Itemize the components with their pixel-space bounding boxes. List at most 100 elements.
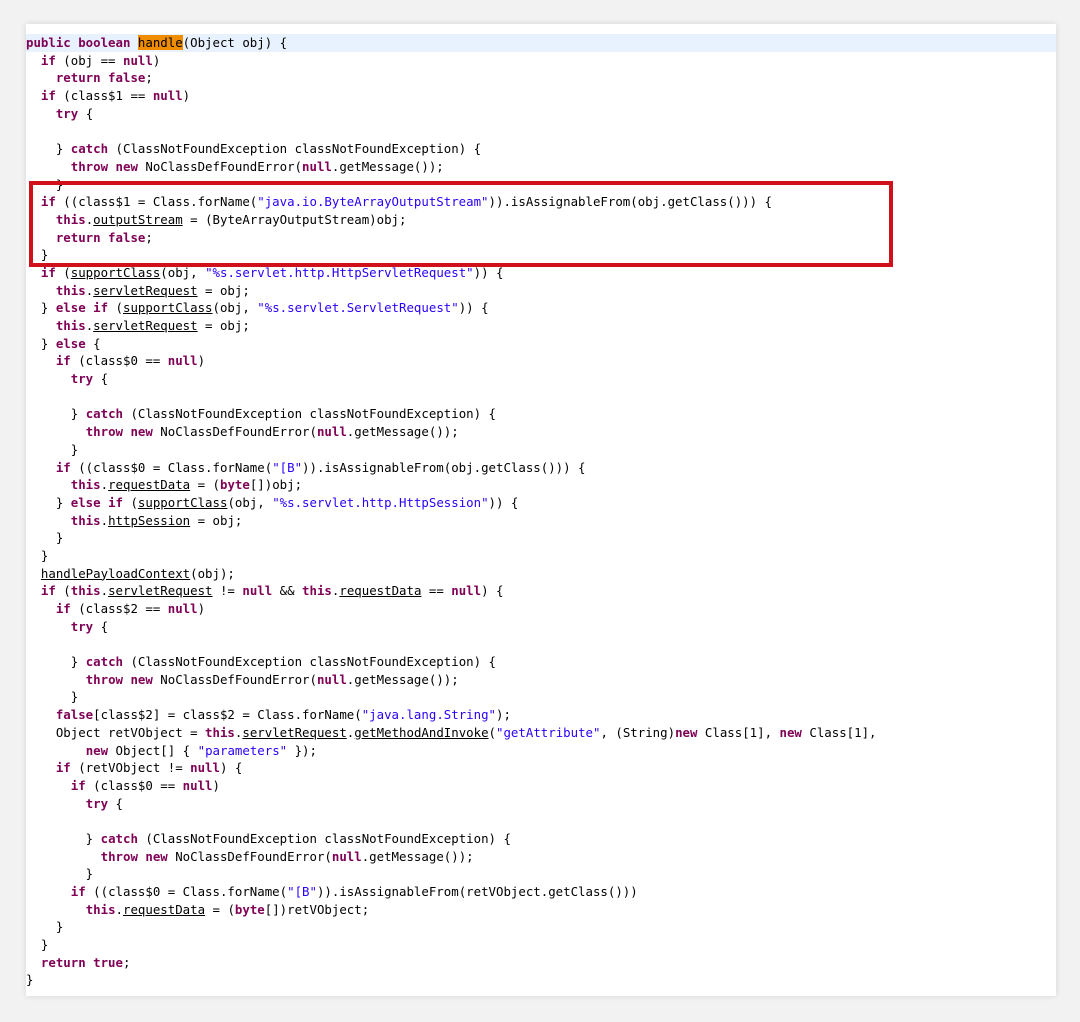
code-text: ((class$1 = Class.forName(	[55, 194, 258, 210]
code-member: handlePayloadContext	[40, 565, 191, 581]
code-keyword: byte	[234, 901, 265, 917]
code-text: .getMessage());	[331, 158, 444, 174]
code-keyword: null	[331, 848, 362, 864]
code-text: (obj,	[160, 264, 206, 280]
code-member: servletRequest	[93, 282, 198, 298]
search-match-highlight: handle	[137, 35, 183, 50]
code-line: Object retVObject = this.servletRequest.…	[26, 724, 877, 742]
code-keyword: if	[55, 459, 71, 475]
code-text: )).isAssignableFrom(obj.getClass())) {	[302, 459, 586, 475]
code-text: )).isAssignableFrom(obj.getClass())) {	[488, 194, 773, 210]
code-line: try {	[26, 618, 877, 636]
code-line: return true;	[26, 954, 877, 972]
code-text: [])obj;	[249, 477, 303, 493]
code-line: if (this.servletRequest != null && this.…	[26, 582, 877, 600]
code-text: ((class$0 = Class.forName(	[70, 459, 273, 475]
code-string: "%s.servlet.http.HttpSession"	[272, 494, 489, 510]
code-text: }	[26, 830, 101, 846]
code-keyword: else	[55, 335, 86, 351]
code-text: .getMessage());	[346, 424, 459, 440]
code-text: .	[100, 477, 109, 493]
code-keyword: if	[55, 760, 71, 776]
code-line: try {	[26, 370, 877, 388]
code-text: (class$1 ==	[55, 88, 153, 104]
code-text: .	[115, 901, 123, 917]
code-text: NoClassDefFoundError(	[167, 848, 332, 864]
code-keyword: null	[302, 158, 332, 174]
code-keyword: catch	[85, 654, 123, 670]
code-member: servletRequest	[242, 724, 347, 740]
code-line: this.requestData = (byte[])obj;	[26, 476, 877, 494]
code-line: false[class$2] = class$2 = Class.forName…	[26, 706, 877, 724]
code-line: public boolean handle(Object obj) {	[26, 34, 877, 52]
code-text: (class$2 ==	[70, 601, 168, 616]
code-text: &&	[272, 583, 303, 599]
code-text: (obj);	[190, 565, 235, 581]
code-text: NoClassDefFoundError(	[137, 158, 303, 174]
code-text: = (ByteArrayOutputStream)obj;	[182, 211, 407, 227]
code-text: (ClassNotFoundException classNotFoundExc…	[108, 141, 482, 157]
code-keyword: return false	[55, 229, 146, 245]
code-text: {	[93, 618, 109, 634]
code-line: try {	[26, 795, 877, 813]
code-keyword: null	[316, 671, 347, 687]
code-keyword: if	[55, 353, 71, 369]
code-text: .getMessage());	[346, 671, 459, 687]
code-line: new Object[] { "parameters" });	[26, 742, 877, 760]
code-keyword: null	[167, 353, 198, 369]
code-keyword: catch	[100, 830, 138, 846]
code-line: }	[26, 547, 877, 565]
code-keyword: this	[70, 512, 101, 528]
code-line: } else {	[26, 335, 877, 353]
code-text: !=	[212, 583, 243, 599]
code-block: public boolean handle(Object obj) { if (…	[26, 34, 877, 989]
code-keyword: if	[40, 52, 56, 68]
code-line: if (class$0 == null)	[26, 352, 877, 370]
code-keyword: null	[167, 601, 198, 616]
code-line: throw new NoClassDefFoundError(null.getM…	[26, 423, 877, 441]
code-member: requestData	[339, 583, 422, 599]
code-line: } catch (ClassNotFoundException classNot…	[26, 405, 877, 423]
code-keyword: null	[122, 52, 153, 68]
code-text: = (	[190, 477, 220, 493]
code-line: throw new NoClassDefFoundError(null.getM…	[26, 671, 877, 689]
code-text: ;	[122, 954, 131, 970]
code-line: } catch (ClassNotFoundException classNot…	[26, 653, 877, 671]
code-text: }	[26, 300, 56, 316]
code-line: if (obj == null)	[26, 52, 877, 70]
code-text: }	[26, 335, 56, 351]
code-text: ;	[145, 229, 153, 245]
code-line: return false;	[26, 229, 877, 247]
code-line: } catch (ClassNotFoundException classNot…	[26, 830, 877, 848]
code-line: if (class$1 == null)	[26, 87, 877, 105]
code-text: (class$0 ==	[70, 353, 168, 369]
code-text: (retVObject !=	[70, 760, 191, 776]
code-text: )) {	[488, 494, 519, 510]
code-text: (	[108, 300, 123, 316]
code-keyword: else if	[70, 494, 123, 510]
code-text: )	[182, 88, 191, 104]
code-text: Object[] {	[108, 742, 198, 758]
code-line: }	[26, 688, 877, 706]
code-keyword: this	[70, 583, 101, 599]
code-text: (obj,	[212, 300, 258, 316]
code-text: , (String)	[600, 724, 676, 740]
code-keyword: if	[40, 194, 56, 210]
code-keyword: new	[779, 724, 802, 740]
code-member: getMethodAndInvoke	[354, 724, 489, 740]
code-line: try {	[26, 105, 877, 123]
code-keyword: try	[85, 795, 109, 811]
